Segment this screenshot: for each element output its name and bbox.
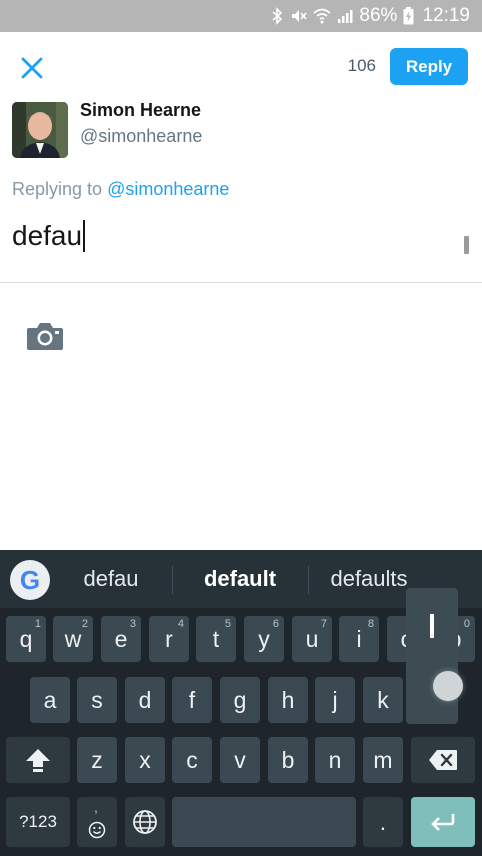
enter-key[interactable] bbox=[411, 797, 475, 847]
period-key[interactable]: . bbox=[363, 797, 403, 847]
divider bbox=[0, 282, 482, 283]
close-button[interactable] bbox=[16, 52, 48, 84]
key-a[interactable]: a bbox=[30, 677, 70, 723]
backspace-icon bbox=[429, 750, 457, 770]
key-q[interactable]: q1 bbox=[6, 616, 46, 662]
symbols-key[interactable]: ?123 bbox=[6, 797, 70, 847]
key-c[interactable]: c bbox=[172, 737, 212, 783]
key-j[interactable]: j bbox=[315, 677, 355, 723]
author-handle: @simonhearne bbox=[80, 126, 203, 146]
replying-mention-link[interactable]: @simonhearne bbox=[107, 179, 229, 199]
enter-icon bbox=[431, 814, 455, 831]
tweet-text-input[interactable]: defau bbox=[12, 220, 86, 252]
backspace-key[interactable] bbox=[411, 737, 475, 783]
key-e[interactable]: e3 bbox=[101, 616, 141, 662]
key-b[interactable]: b bbox=[268, 737, 308, 783]
scroll-indicator bbox=[464, 236, 469, 254]
google-button[interactable]: G bbox=[10, 560, 50, 600]
key-x[interactable]: x bbox=[125, 737, 165, 783]
google-g-icon: G bbox=[19, 564, 41, 595]
suggestion-separator bbox=[172, 566, 173, 594]
replying-to-label: Replying to @simonhearne bbox=[12, 179, 229, 200]
key-preview-glyph bbox=[430, 614, 434, 638]
key-i[interactable]: i8 bbox=[339, 616, 379, 662]
battery-percent: 86% bbox=[359, 5, 398, 26]
key-w[interactable]: w2 bbox=[53, 616, 93, 662]
avatar-photo bbox=[12, 102, 68, 158]
key-k[interactable]: k bbox=[363, 677, 403, 723]
shift-icon bbox=[26, 749, 50, 772]
mute-icon bbox=[292, 10, 308, 22]
draft-text: defau bbox=[12, 220, 83, 251]
signal-icon bbox=[338, 10, 353, 23]
key-v[interactable]: v bbox=[220, 737, 260, 783]
emoji-key-hint: , bbox=[94, 799, 98, 815]
key-n[interactable]: n bbox=[315, 737, 355, 783]
key-g[interactable]: g bbox=[220, 677, 260, 723]
replying-prefix: Replying to bbox=[12, 179, 108, 199]
avatar bbox=[12, 102, 68, 158]
key-y[interactable]: y6 bbox=[244, 616, 284, 662]
emoji-key[interactable]: , bbox=[77, 797, 117, 847]
bluetooth-icon bbox=[272, 7, 283, 25]
space-bar[interactable] bbox=[172, 797, 356, 847]
globe-icon bbox=[133, 810, 157, 834]
suggestion-separator bbox=[308, 566, 309, 594]
author-name: Simon Hearne bbox=[80, 100, 202, 120]
status-bar: 86% 12:19 bbox=[0, 0, 482, 32]
key-z[interactable]: z bbox=[77, 737, 117, 783]
key-m[interactable]: m bbox=[363, 737, 403, 783]
key-f[interactable]: f bbox=[172, 677, 212, 723]
suggestion-2[interactable]: default bbox=[180, 550, 300, 608]
key-r[interactable]: r4 bbox=[149, 616, 189, 662]
camera-button[interactable] bbox=[26, 320, 64, 352]
key-preview-popup bbox=[406, 588, 458, 724]
reply-button[interactable]: Reply bbox=[390, 48, 468, 85]
clock: 12:19 bbox=[422, 5, 470, 26]
key-d[interactable]: d bbox=[125, 677, 165, 723]
camera-icon bbox=[27, 323, 63, 350]
key-h[interactable]: h bbox=[268, 677, 308, 723]
wifi-icon bbox=[313, 8, 331, 24]
battery-charging-icon bbox=[403, 7, 414, 25]
suggestion-1[interactable]: defau bbox=[62, 550, 160, 608]
shift-key[interactable] bbox=[6, 737, 70, 783]
key-u[interactable]: u7 bbox=[292, 616, 332, 662]
character-counter: 106 bbox=[347, 56, 376, 75]
key-t[interactable]: t5 bbox=[196, 616, 236, 662]
text-cursor bbox=[83, 220, 86, 252]
language-key[interactable] bbox=[125, 797, 165, 847]
status-icons: 86% 12:19 bbox=[271, 0, 470, 32]
touch-indicator bbox=[433, 671, 463, 701]
key-s[interactable]: s bbox=[77, 677, 117, 723]
close-icon bbox=[21, 57, 43, 79]
smiley-icon bbox=[88, 821, 106, 839]
